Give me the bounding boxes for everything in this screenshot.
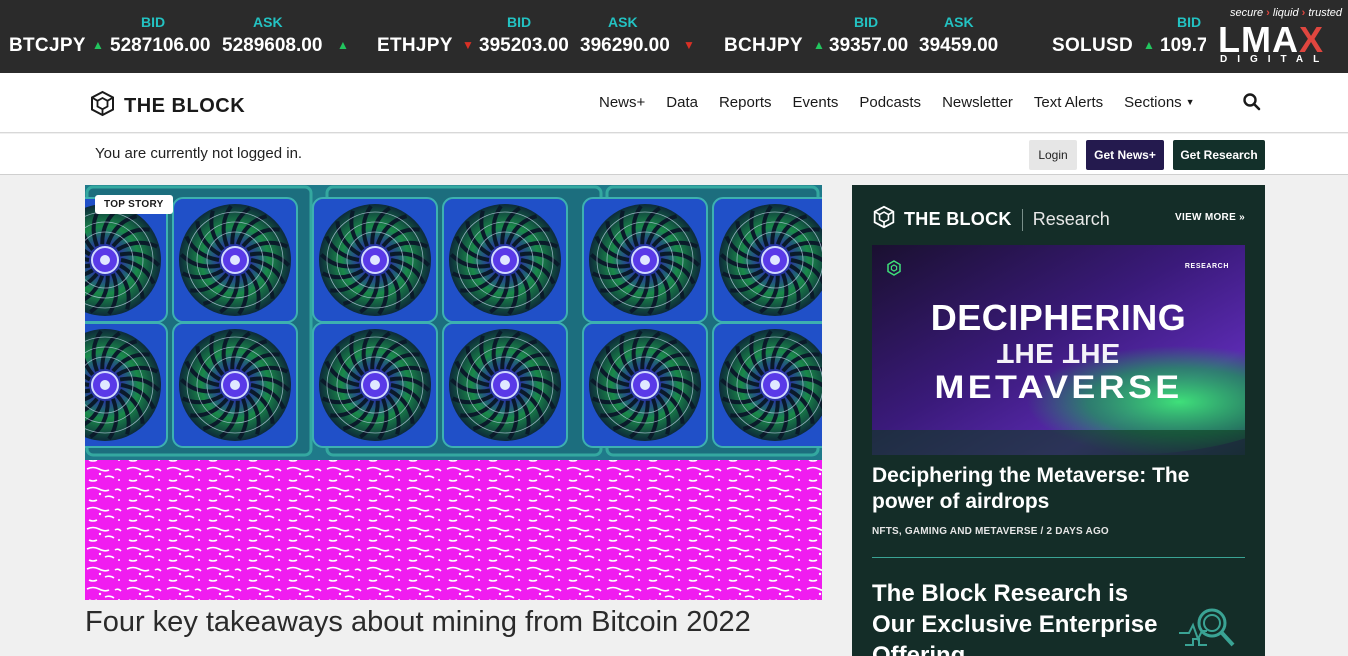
bid-label: BID <box>507 14 532 30</box>
nav-events[interactable]: Events <box>793 94 839 111</box>
top-story-image[interactable] <box>85 185 822 600</box>
cube-logo-icon <box>872 205 896 234</box>
bid-label: BID <box>854 14 879 30</box>
banner-research-label: RESEARCH <box>1184 263 1229 270</box>
nav-sections-label: Sections <box>1124 94 1182 111</box>
nav-newsletter[interactable]: Newsletter <box>942 94 1013 111</box>
nav-data[interactable]: Data <box>666 94 698 111</box>
research-banner-image[interactable]: RESEARCH DECIPHERING THE THE METAVERSE <box>872 245 1245 455</box>
caret-down-icon: ▼ <box>1185 97 1195 107</box>
price-ticker: BTCJPY BID ASK ▲ 5287106.00 5289608.00 ▲… <box>0 0 1348 73</box>
nav-sections[interactable]: Sections ▼ <box>1124 94 1194 111</box>
bid-label: BID <box>1177 14 1202 30</box>
nav-text-alerts[interactable]: Text Alerts <box>1034 94 1103 111</box>
site-name: THE BLOCK <box>124 94 246 117</box>
ask-label: ASK <box>253 14 283 30</box>
up-arrow-icon: ▲ <box>92 38 104 52</box>
search-icon[interactable] <box>1242 92 1264 114</box>
research-panel: THE BLOCK Research VIEW MORE » RESEARCH … <box>852 185 1265 656</box>
site-header: THE BLOCK News+ Data Reports Events Podc… <box>0 73 1348 133</box>
section-divider <box>872 557 1245 558</box>
down-arrow-icon: ▼ <box>683 38 695 52</box>
research-section-label: Research <box>1032 209 1110 229</box>
nav-news-plus[interactable]: News+ <box>599 94 645 111</box>
research-brand[interactable]: THE BLOCK Research <box>872 205 1110 234</box>
up-arrow-icon: ▲ <box>1143 38 1155 52</box>
top-story-headline[interactable]: Four key takeaways about mining from Bit… <box>85 604 822 640</box>
ticker-symbol: ETHJPY <box>377 35 453 56</box>
ask-label: ASK <box>944 14 974 30</box>
research-article-meta: NFTS, GAMING AND METAVERSE / 2 DAYS AGO <box>872 526 1109 537</box>
ask-value: 39459.00 <box>919 35 999 56</box>
login-status-message: You are currently not logged in. <box>95 145 303 162</box>
lmax-digital-label: DIGITAL <box>1220 54 1330 65</box>
ask-label: ASK <box>608 14 638 30</box>
magnifier-chart-icon <box>1177 605 1247 656</box>
lmax-sponsor-logo[interactable]: secure › liquid › trusted LMAX DIGITAL <box>1206 0 1348 73</box>
nav-podcasts[interactable]: Podcasts <box>859 94 921 111</box>
up-arrow-icon: ▲ <box>813 38 825 52</box>
main-nav: News+ Data Reports Events Podcasts Newsl… <box>599 94 1216 111</box>
bid-label: BID <box>141 14 166 30</box>
view-more-link[interactable]: VIEW MORE » <box>1175 212 1245 223</box>
ticker-symbol: BTCJPY <box>9 35 86 56</box>
down-arrow-icon: ▼ <box>462 38 474 52</box>
top-story-badge: TOP STORY <box>95 195 173 214</box>
ask-value: 5289608.00 <box>222 35 323 56</box>
up-arrow-icon: ▲ <box>337 38 349 52</box>
banner-line-1: DECIPHERING <box>930 297 1187 338</box>
nav-reports[interactable]: Reports <box>719 94 772 111</box>
get-news-plus-button[interactable]: Get News+ <box>1086 140 1164 170</box>
login-button[interactable]: Login <box>1029 140 1077 170</box>
cube-logo-icon <box>89 90 116 122</box>
bid-value: 109.7 <box>1160 35 1208 56</box>
bid-value: 395203.00 <box>479 35 569 56</box>
sponsor-tagline: secure › liquid › trusted <box>1230 7 1342 19</box>
research-promo-heading[interactable]: The Block Research is Our Exclusive Ente… <box>872 578 1172 656</box>
login-status-bar: You are currently not logged in. Login G… <box>0 134 1348 175</box>
ticker-symbol: BCHJPY <box>724 35 803 56</box>
ask-value: 396290.00 <box>580 35 670 56</box>
ticker-symbol: SOLUSD <box>1052 35 1133 56</box>
site-logo[interactable]: THE BLOCK <box>89 90 245 122</box>
research-brand-name: THE BLOCK <box>904 209 1012 229</box>
mining-rigs-illustration <box>85 185 822 600</box>
bid-value: 39357.00 <box>829 35 909 56</box>
banner-line-2: THE THE <box>996 338 1121 369</box>
brand-divider <box>1021 208 1023 231</box>
research-article-title[interactable]: Deciphering the Metaverse: The power of … <box>872 463 1245 515</box>
bid-value: 5287106.00 <box>110 35 211 56</box>
get-research-button[interactable]: Get Research <box>1173 140 1265 170</box>
banner-line-3: METAVERSE <box>934 369 1183 405</box>
